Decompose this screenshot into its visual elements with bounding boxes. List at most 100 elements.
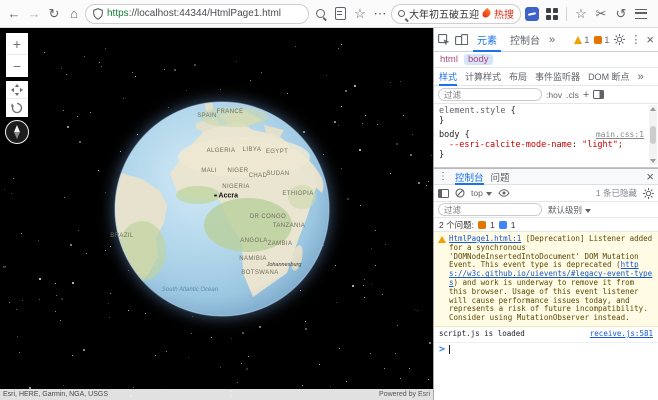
style-rule-body[interactable]: main.css:1 body { [439, 130, 644, 140]
star [101, 66, 102, 67]
powered-by-esri[interactable]: Powered by Esri [379, 391, 430, 398]
live-expression-button[interactable] [498, 189, 510, 197]
compass-widget[interactable] [5, 120, 29, 144]
console-warning-message[interactable]: HtmlPage1.html:1 [Deprecation] Listener … [434, 232, 658, 327]
page-zoom-button[interactable] [311, 4, 329, 24]
devtools-overflow-button[interactable]: ⋮ [630, 33, 641, 46]
screenshot-button[interactable]: ✂ [592, 4, 610, 24]
styles-scrollbar[interactable] [649, 105, 657, 165]
star [211, 337, 212, 338]
favorites-button[interactable]: ☆ [572, 4, 590, 24]
translate-button[interactable] [331, 4, 349, 24]
log-levels-selector[interactable]: 默认级别 [548, 204, 591, 216]
star [231, 338, 232, 339]
url-text: ://localhost:44344/HtmlPage1.html [129, 8, 281, 19]
star [428, 379, 429, 380]
computed-sidebar-toggle-button[interactable] [593, 90, 604, 99]
home-button[interactable]: ⌂ [65, 4, 83, 24]
console-settings-button[interactable] [643, 188, 654, 199]
security-shield-icon[interactable] [93, 8, 103, 20]
console-empty-area[interactable] [434, 357, 658, 400]
apps-grid-button[interactable] [543, 4, 561, 24]
devtools-settings-button[interactable] [614, 34, 625, 45]
forward-button[interactable]: → [25, 4, 43, 24]
tab-computed[interactable]: 计算样式 [465, 68, 501, 86]
pan-mode-button[interactable] [6, 81, 28, 99]
pan-icon [11, 84, 23, 96]
drawer-overflow-button[interactable]: ⋮ [438, 171, 448, 182]
scene-view[interactable]: SPAINFRANCEALGERIALIBYAEGYPTMALINIGERCHA… [0, 28, 433, 400]
tab-console[interactable]: 控制台 [506, 28, 544, 52]
tab-elements[interactable]: 元素 [473, 28, 501, 52]
zoom-in-button[interactable]: + [6, 33, 28, 55]
compass-needle-north [14, 125, 20, 132]
style-source-link[interactable]: main.css:1 [596, 130, 644, 140]
warning-source-link[interactable]: HtmlPage1.html:1 [449, 234, 521, 243]
star [61, 298, 63, 300]
star [395, 353, 396, 354]
toggle-hover-state-button[interactable]: :hov [546, 90, 562, 100]
breadcrumb: html body [434, 52, 658, 68]
new-style-rule-button[interactable]: + [583, 89, 589, 101]
earth-globe[interactable] [112, 99, 332, 319]
hot-search-label[interactable]: 热搜 [494, 6, 514, 21]
star [339, 348, 340, 349]
star [132, 72, 133, 73]
rotate-mode-button[interactable] [6, 99, 28, 117]
console-sidebar-toggle-button[interactable] [438, 189, 449, 198]
star [400, 81, 401, 82]
tab-layout[interactable]: 布局 [509, 68, 527, 86]
log-source-link[interactable]: receive.js:581 [590, 330, 653, 339]
device-toolbar-button[interactable] [455, 34, 468, 45]
zoom-out-button[interactable]: − [6, 55, 28, 77]
search-query[interactable]: 大年初五破五迎福 [409, 6, 479, 21]
context-selector[interactable]: top [471, 188, 492, 198]
devtools-close-button[interactable]: × [646, 32, 654, 47]
more-tabs-button[interactable]: » [549, 34, 555, 46]
star [410, 154, 412, 156]
console-prompt[interactable]: > [434, 343, 658, 357]
back-button[interactable]: ← [5, 4, 23, 24]
drawer-tab-issues[interactable]: 问题 [491, 168, 510, 185]
css-value[interactable]: "light"; [582, 140, 623, 150]
scroll-thumb[interactable] [650, 126, 656, 144]
toggle-class-button[interactable]: .cls [566, 90, 579, 100]
scroll-down-arrow[interactable] [650, 159, 656, 163]
drawer-tab-console[interactable]: 控制台 [455, 168, 484, 185]
styles-filter-input[interactable] [438, 88, 542, 101]
drawer-close-button[interactable]: × [646, 169, 654, 184]
clear-console-button[interactable] [455, 188, 465, 198]
tab-event-listeners[interactable]: 事件监听器 [535, 68, 580, 86]
menu-button[interactable] [632, 4, 650, 24]
hidden-messages-note[interactable]: 1 条已隐藏 [596, 187, 637, 199]
issues-indicator[interactable]: 1 [594, 35, 609, 45]
css-property[interactable]: --esri-calcite-mode-name [449, 140, 572, 150]
console-log-message[interactable]: script.js is loaded receive.js:581 [434, 327, 658, 343]
star [330, 386, 331, 387]
scroll-up-arrow[interactable] [650, 107, 656, 111]
styles-more-tabs-button[interactable]: » [638, 71, 644, 83]
tab-styles[interactable]: 样式 [439, 68, 457, 86]
brace: } [439, 150, 644, 160]
star [431, 155, 432, 156]
devtools-toolbar: 元素 控制台 » 1 1 ⋮ × [434, 28, 658, 52]
issues-summary-bar[interactable]: 2 个问题: 1 1 [434, 218, 658, 232]
reload-button[interactable]: ↻ [45, 4, 63, 24]
inspect-element-button[interactable] [438, 34, 450, 46]
search-box[interactable]: 大年初五破五迎福 热搜 [391, 4, 521, 24]
prompt-chevron: > [439, 344, 445, 355]
style-rule-element[interactable]: element.style { [439, 106, 644, 116]
star [241, 363, 242, 364]
bookmark-button[interactable]: ☆ [351, 4, 369, 24]
breadcrumb-html[interactable]: html [440, 54, 458, 65]
warnings-indicator[interactable]: 1 [574, 35, 589, 45]
address-bar[interactable]: https ://localhost:44344/HtmlPage1.html [85, 4, 309, 24]
tab-dom-breakpoints[interactable]: DOM 断点 [588, 68, 630, 86]
session-restore-button[interactable]: ↺ [612, 4, 630, 24]
breadcrumb-body[interactable]: body [464, 54, 493, 65]
more-tools-button[interactable]: ⋯ [371, 4, 389, 24]
styles-rules[interactable]: element.style { } main.css:1 body { --es… [434, 104, 658, 168]
console-filter-input[interactable] [438, 203, 542, 216]
extension-button[interactable] [523, 4, 541, 24]
star [377, 124, 378, 125]
